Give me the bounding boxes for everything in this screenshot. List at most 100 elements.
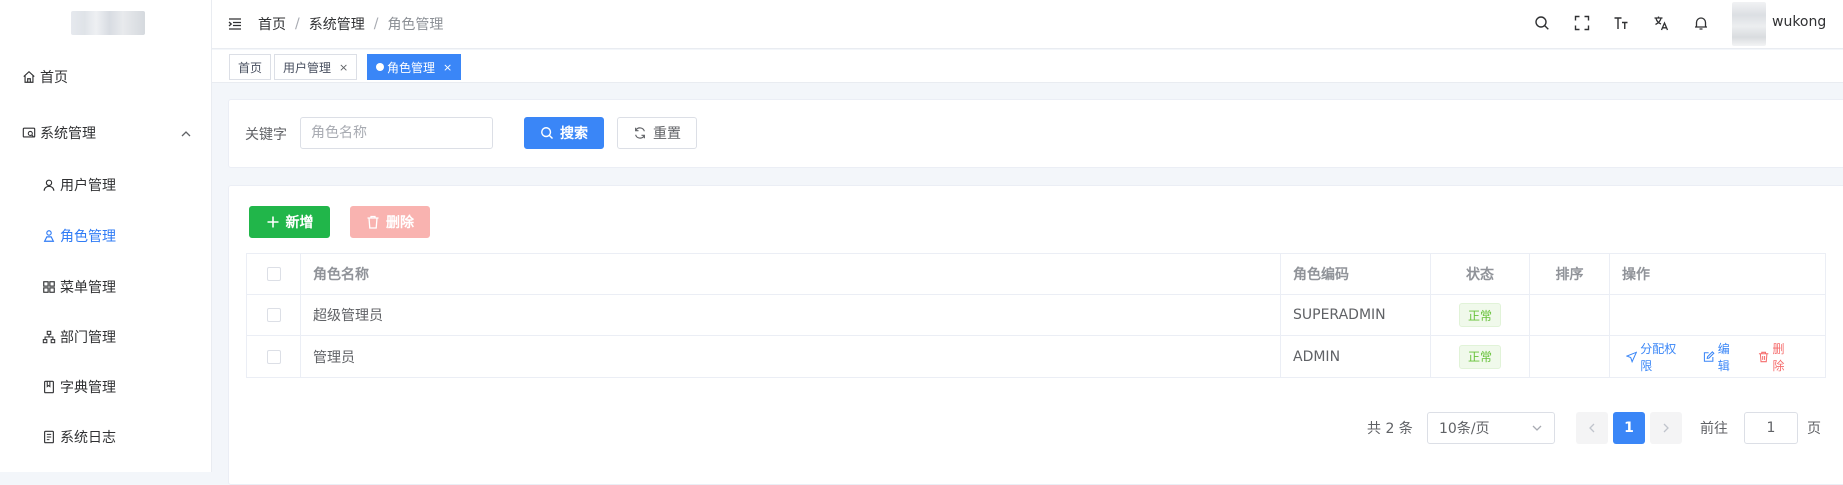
dict-icon	[44, 380, 54, 394]
delete-link[interactable]: 删除	[1758, 340, 1795, 374]
prev-page-button[interactable]	[1576, 412, 1608, 444]
row-select-cell	[247, 336, 301, 377]
row-checkbox[interactable]	[266, 308, 281, 322]
trash-icon	[1759, 351, 1769, 362]
reset-button-label: 重置	[653, 126, 681, 142]
system-icon	[22, 127, 36, 138]
close-icon[interactable]: ×	[443, 61, 452, 74]
tag-label: 角色管理	[387, 60, 436, 75]
column-header: 排序	[1530, 254, 1610, 294]
sort-cell	[1530, 336, 1610, 377]
sidebar-item-label: 系统日志	[60, 430, 116, 446]
close-icon[interactable]: ×	[339, 61, 348, 74]
add-button[interactable]: 新增	[249, 206, 330, 238]
pagination-total: 共 2 条	[1367, 421, 1413, 437]
sidebar-item-menus[interactable]: 菜单管理	[42, 272, 116, 302]
edit-label: 编辑	[1717, 341, 1730, 373]
translate-icon[interactable]	[1653, 15, 1669, 31]
sidebar-item-label: 菜单管理	[60, 280, 116, 296]
delete-label: 删除	[1772, 341, 1785, 373]
status-badge: 正常	[1458, 344, 1501, 369]
role-name-search-input[interactable]	[300, 117, 493, 149]
goto-prefix: 前往	[1700, 421, 1728, 437]
select-all-checkbox[interactable]	[266, 267, 281, 281]
tag-home[interactable]: 首页	[229, 54, 272, 80]
tag-roles[interactable]: 角色管理 ×	[367, 54, 462, 80]
font-size-icon[interactable]	[1613, 15, 1629, 31]
row-checkbox[interactable]	[266, 349, 281, 364]
chevron-down-icon	[1532, 425, 1542, 431]
sidebar-item-system[interactable]: 系统管理	[22, 118, 96, 148]
edit-icon	[1704, 350, 1715, 362]
next-page-button[interactable]	[1650, 412, 1682, 444]
column-header: 状态	[1431, 254, 1530, 294]
actions-cell: 分配权限 编辑 删除	[1610, 336, 1825, 377]
goto-page-input[interactable]	[1744, 412, 1798, 444]
chevron-up-icon[interactable]	[180, 128, 192, 140]
sidebar-item-depts[interactable]: 部门管理	[42, 322, 116, 352]
page-size-select[interactable]: 10条/页	[1427, 412, 1555, 444]
table-row: 管理员 ADMIN 正常 分配权限 编辑 删除	[247, 336, 1825, 377]
avatar[interactable]	[1732, 2, 1766, 46]
page-number-button[interactable]: 1	[1613, 412, 1645, 444]
reset-button[interactable]: 重置	[617, 117, 697, 149]
tag-users[interactable]: 用户管理 ×	[274, 54, 358, 80]
table-row: 超级管理员 SUPERADMIN 正常	[247, 295, 1825, 336]
goto-suffix: 页	[1807, 421, 1821, 437]
tags-view-bar: 首页 用户管理 × 角色管理 ×	[212, 50, 1843, 83]
sidebar-item-label: 首页	[40, 70, 68, 86]
assign-permissions-link[interactable]: 分配权限	[1626, 340, 1685, 374]
role-icon	[43, 230, 55, 242]
table-header-row: 角色名称 角色编码 状态 排序 操作	[247, 254, 1825, 295]
menu-fold-icon[interactable]	[228, 17, 242, 31]
search-button-label: 搜索	[560, 126, 588, 142]
sidebar-item-label: 用户管理	[60, 178, 116, 194]
bell-icon[interactable]	[1693, 15, 1709, 31]
breadcrumb-separator: /	[295, 16, 300, 32]
add-button-label: 新增	[285, 215, 314, 231]
search-button[interactable]: 搜索	[524, 117, 604, 149]
top-header: 首页 / 系统管理 / 角色管理 wukong	[212, 0, 1843, 49]
actions-cell	[1610, 295, 1825, 335]
sidebar-item-logs[interactable]: 系统日志	[42, 422, 116, 452]
sidebar-item-home[interactable]: 首页	[22, 62, 68, 92]
role-name-cell: 管理员	[301, 336, 1281, 377]
sidebar-item-users[interactable]: 用户管理	[42, 170, 116, 200]
sidebar-item-label: 部门管理	[60, 330, 116, 346]
delete-button[interactable]: 删除	[350, 206, 430, 238]
fullscreen-icon[interactable]	[1574, 15, 1590, 31]
status-badge: 正常	[1458, 303, 1501, 327]
roles-table: 角色名称 角色编码 状态 排序 操作 超级管理员 SUPERADMIN 正常 管…	[246, 253, 1826, 378]
role-name-cell: 超级管理员	[301, 295, 1281, 335]
tag-label: 首页	[238, 60, 263, 75]
sidebar-item-label: 角色管理	[60, 229, 116, 245]
sidebar-item-label: 字典管理	[60, 380, 116, 396]
role-code-cell: SUPERADMIN	[1281, 295, 1431, 335]
role-code-cell: ADMIN	[1281, 336, 1431, 377]
plus-icon	[267, 216, 278, 228]
breadcrumb-current: 角色管理	[387, 17, 444, 33]
breadcrumb-home[interactable]: 首页	[258, 14, 286, 34]
status-cell: 正常	[1431, 336, 1530, 377]
breadcrumb-system[interactable]: 系统管理	[309, 14, 365, 34]
sidebar-item-dict[interactable]: 字典管理	[42, 372, 116, 402]
status-cell: 正常	[1431, 295, 1530, 335]
select-all-cell	[247, 254, 301, 294]
row-select-cell	[247, 295, 301, 335]
refresh-icon	[635, 127, 645, 139]
keyword-label: 关键字	[245, 127, 287, 143]
sidebar-item-roles[interactable]: 角色管理	[42, 221, 116, 251]
assign-permissions-label: 分配权限	[1640, 341, 1677, 373]
column-header: 角色名称	[301, 254, 1281, 294]
sidebar: 首页 系统管理 用户管理 角色管理 菜单管理 部门管理 字典管理 系统日志	[0, 0, 212, 472]
send-icon	[1626, 350, 1638, 363]
chevron-right-icon	[1663, 423, 1669, 433]
edit-link[interactable]: 编辑	[1703, 340, 1740, 374]
trash-icon	[367, 215, 379, 229]
search-icon	[541, 127, 554, 140]
username[interactable]: wukong	[1772, 14, 1826, 30]
search-icon[interactable]	[1534, 15, 1550, 31]
tag-label: 用户管理	[283, 60, 332, 75]
delete-button-label: 删除	[386, 215, 414, 231]
column-header: 角色编码	[1281, 254, 1431, 294]
